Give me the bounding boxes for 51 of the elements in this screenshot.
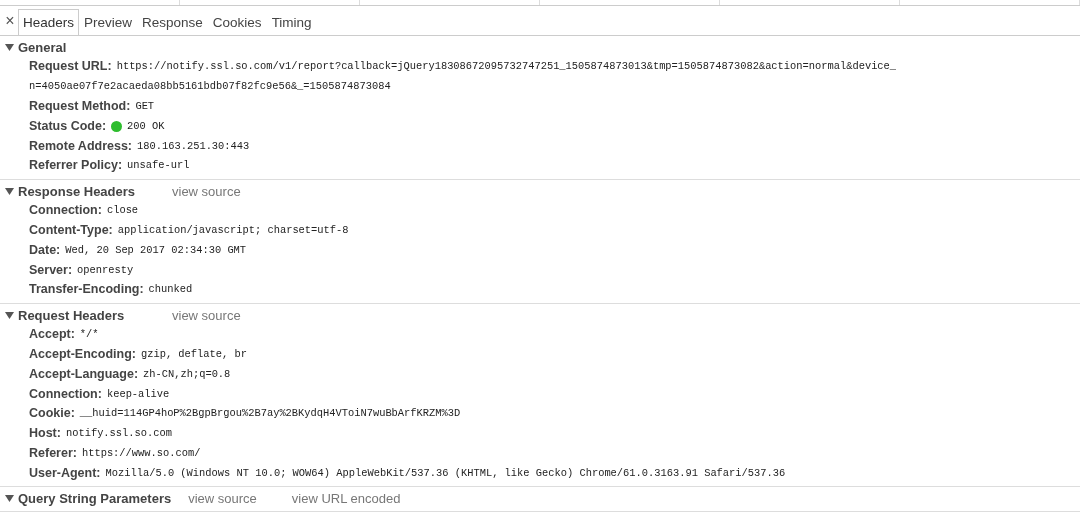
view-link[interactable]: view source: [188, 491, 257, 507]
header-name: Referrer Policy:: [29, 158, 123, 174]
header-name: Accept-Encoding:: [29, 346, 136, 362]
header-name: Connection:: [29, 386, 102, 402]
header-value: https://www.so.com/: [81, 445, 201, 461]
section-toggle[interactable]: Query String Parameters: [0, 491, 172, 507]
header-value: application/javascript; charset=utf-8: [117, 222, 349, 238]
header-name: Connection:: [29, 203, 102, 219]
header-value: https://notify.ssl.so.com/v1/report?callback=jQuery18308672095732747251_1505874873013&tmp=1505874873082&action=normal&device_: [116, 59, 897, 75]
section-toggle[interactable]: General: [0, 40, 155, 55]
section-toggle[interactable]: Request Headers: [0, 307, 155, 323]
header-name: Request Method:: [29, 99, 131, 114]
close-button[interactable]: ×: [0, 6, 18, 35]
header-name: Date:: [29, 242, 61, 258]
header-name: Transfer-Encoding:: [29, 282, 144, 298]
header-value: openresty: [77, 262, 134, 278]
header-value: n=4050ae07f7e2acaeda08bb5161bdb07f82fc9e56&_=1505874873084: [29, 79, 391, 95]
tab[interactable]: Headers: [18, 9, 80, 35]
header-value: keep-alive: [106, 386, 170, 402]
header-name: Content-Type:: [29, 222, 113, 238]
header-value: __huid=114GP4hoP%2BgpBrgou%2B7ay%2BKydqH4VToiN7wuBbArfKRZM%3D: [79, 406, 461, 422]
header-value: chunked: [148, 282, 193, 298]
header-value: Wed, 20 Sep 2017 02:34:30 GMT: [65, 242, 247, 258]
header-name: Request URL:: [29, 59, 112, 75]
header-name: User-Agent:: [29, 465, 101, 481]
header-name: Server:: [29, 262, 73, 278]
view-link[interactable]: view source: [172, 183, 241, 199]
header-value: close: [106, 203, 139, 219]
view-link[interactable]: view URL encoded: [291, 491, 401, 507]
header-name: Cookie:: [29, 406, 75, 422]
header-value: unsafe-url: [127, 158, 190, 174]
section-toggle[interactable]: Response Headers: [0, 183, 155, 199]
header-name: Remote Address:: [29, 138, 133, 154]
tab[interactable]: Timing: [266, 9, 317, 35]
header-value: Mozilla/5.0 (Windows NT 10.0; WOW64) AppleWebKit/537.36 (KHTML, like Gecko) Chrome/61.0.3163.91 Safari/537.36: [105, 465, 786, 481]
header-name: Host:: [29, 426, 61, 442]
header-value: 200 OK: [127, 118, 165, 134]
view-link[interactable]: view source: [172, 307, 241, 323]
header-name: Accept-Language:: [29, 366, 139, 382]
tab[interactable]: Preview: [79, 9, 138, 35]
header-value: 180.163.251.30:443: [137, 138, 250, 154]
header-value: */*: [79, 327, 99, 343]
tab[interactable]: Cookies: [207, 9, 267, 35]
header-value: gzip, deflate, br: [140, 346, 247, 362]
header-value: zh-CN,zh;q=0.8: [143, 366, 231, 382]
header-name: Accept:: [29, 327, 75, 343]
tab[interactable]: Response: [137, 9, 208, 35]
header-name: Status Code:: [29, 118, 107, 134]
header-name: Referer:: [29, 445, 77, 461]
header-value: GET: [135, 99, 155, 114]
header-value: notify.ssl.so.com: [65, 426, 172, 442]
